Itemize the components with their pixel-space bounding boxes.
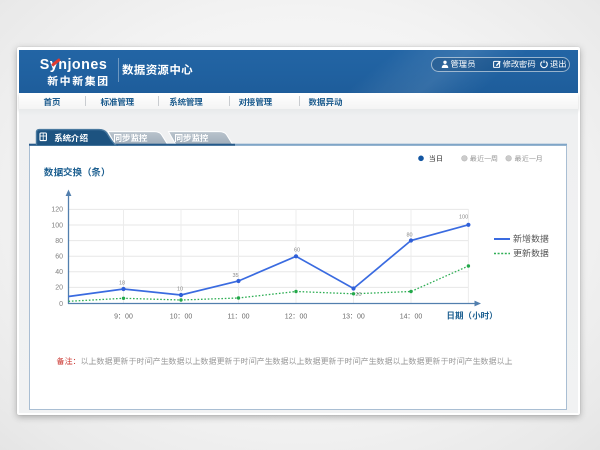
svg-text:35: 35 xyxy=(233,273,239,279)
svg-text:60: 60 xyxy=(294,248,300,254)
svg-text:120: 120 xyxy=(51,207,63,214)
svg-text:80: 80 xyxy=(407,233,413,239)
svg-text:80: 80 xyxy=(55,238,63,245)
svg-text:新增数据: 新增数据 xyxy=(513,233,549,244)
svg-text:9：00: 9：00 xyxy=(114,314,133,321)
svg-text:当日: 当日 xyxy=(429,155,443,163)
svg-text:40: 40 xyxy=(55,269,63,276)
svg-text:100: 100 xyxy=(51,222,63,229)
svg-text:10：00: 10：00 xyxy=(170,314,193,321)
svg-text:10: 10 xyxy=(177,287,183,293)
svg-text:数据交换（条）: 数据交换（条） xyxy=(43,167,111,179)
svg-text:12：00: 12：00 xyxy=(285,314,308,321)
svg-text:0: 0 xyxy=(59,301,63,308)
svg-text:11：00: 11：00 xyxy=(227,314,249,321)
svg-text:最近一月: 最近一月 xyxy=(515,154,543,163)
svg-text:13：00: 13：00 xyxy=(342,314,365,321)
svg-text:20: 20 xyxy=(356,292,362,298)
svg-text:日期（小时）: 日期（小时） xyxy=(447,311,498,321)
svg-text:100: 100 xyxy=(459,215,468,221)
svg-text:更新数据: 更新数据 xyxy=(513,249,549,259)
svg-text:20: 20 xyxy=(55,285,63,292)
svg-text:最近一周: 最近一周 xyxy=(470,154,498,163)
svg-text:14：00: 14：00 xyxy=(400,314,423,321)
svg-text:60: 60 xyxy=(55,254,63,261)
svg-text:18: 18 xyxy=(119,281,125,287)
